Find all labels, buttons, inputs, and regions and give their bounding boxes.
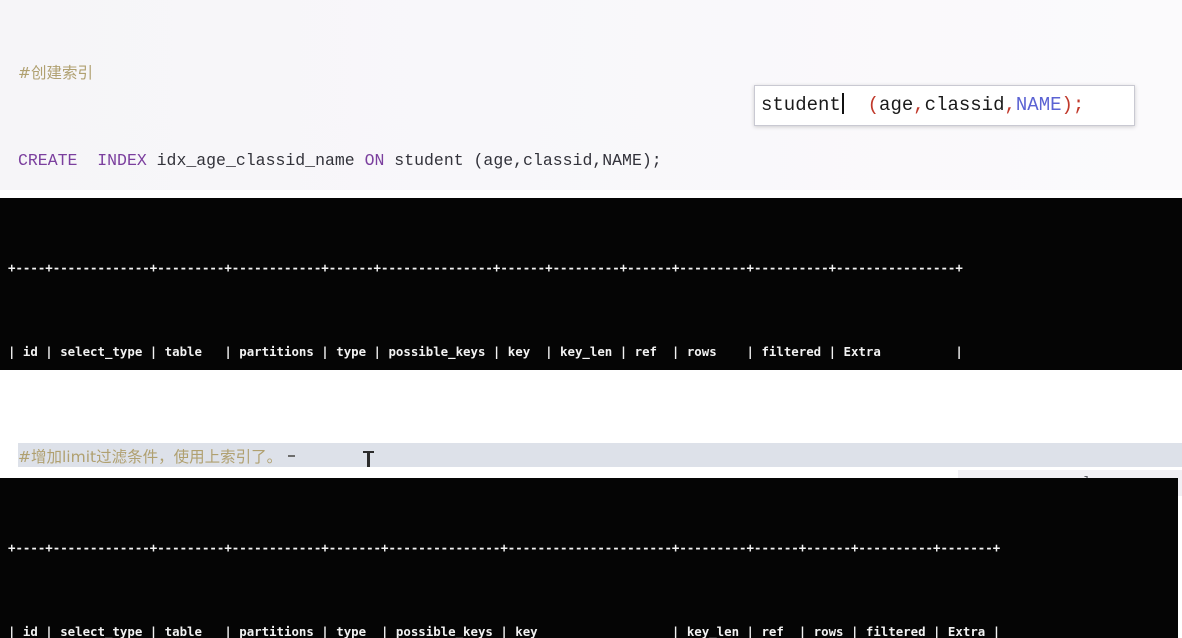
- overlay-args: age: [879, 94, 914, 116]
- code-editor-block-bottom[interactable]: #增加limit过滤条件，使用上索引了。 EXPLAIN SELECT SQL_…: [0, 382, 1182, 556]
- screenshot-root: #创建索引 CREATE INDEX idx_age_classid_name …: [0, 0, 1182, 638]
- code-comment-limit[interactable]: #增加limit过滤条件，使用上索引了。: [0, 440, 1182, 472]
- code-overlay-popup[interactable]: student (age,classid,NAME);: [754, 85, 1135, 126]
- table-header-row: | id | select_type | table | partitions …: [8, 344, 963, 359]
- table-header-row: | id | select_type | table | partitions …: [8, 624, 1001, 638]
- overlay-tail: );: [1061, 94, 1085, 116]
- overlay-comma-1: ,: [913, 94, 925, 116]
- overlay-highlighted-word: NAME: [1015, 94, 1062, 116]
- sql-keyword-create: CREATE: [18, 151, 78, 170]
- overlay-paren-open: (: [867, 94, 880, 116]
- selection-pad: [282, 448, 1182, 467]
- mysql-explain-output-top[interactable]: +----+-------------+---------+----------…: [0, 198, 1182, 370]
- table-border-top: +----+-------------+---------+----------…: [8, 540, 1001, 555]
- overlay-arg-2: classid: [924, 94, 1005, 116]
- code-comment-create-index[interactable]: #创建索引: [0, 58, 1182, 88]
- spacer-top: [0, 190, 1182, 198]
- overlay-spaces: [845, 94, 868, 116]
- sql-keyword-on: ON: [364, 151, 385, 170]
- comment-text: #增加limit过滤条件，使用上索引了。: [18, 448, 283, 466]
- overlay-comma-2: ,: [1004, 94, 1016, 116]
- comment-text: #创建索引: [18, 64, 93, 82]
- overlay-text-before-caret: student: [761, 94, 841, 116]
- text-caret-icon: [841, 93, 844, 114]
- mysql-explain-output-bottom[interactable]: +----+-------------+---------+----------…: [0, 478, 1178, 638]
- table-border-top: +----+-------------+---------+----------…: [8, 260, 963, 275]
- code-line-create-index[interactable]: CREATE INDEX idx_age_classid_name ON stu…: [0, 146, 1182, 176]
- sql-keyword-index: INDEX: [97, 151, 147, 170]
- index-name: idx_age_classid_name: [146, 151, 365, 170]
- spacer-middle: [0, 370, 1182, 382]
- artifact-dash-upper: [288, 455, 295, 457]
- create-index-tail: student (age,classid,NAME);: [384, 151, 662, 170]
